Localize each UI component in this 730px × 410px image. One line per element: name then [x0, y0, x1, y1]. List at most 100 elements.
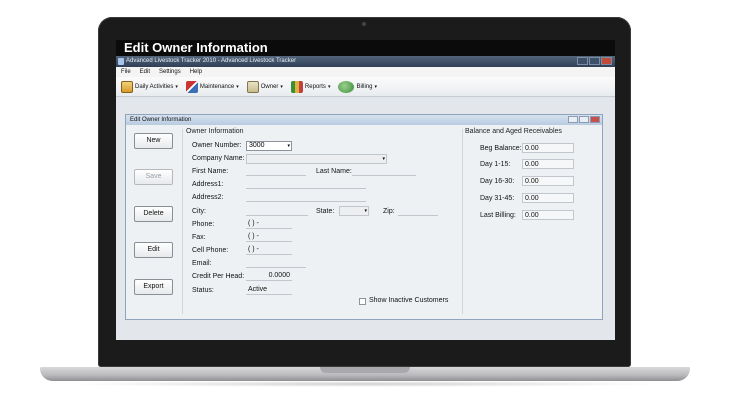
close-icon[interactable] [590, 116, 600, 123]
owner-number-label: Owner Number: [192, 142, 242, 149]
laptop-shadow [60, 381, 670, 387]
city-label: City: [192, 208, 206, 215]
beg-balance-value: 0.00 [522, 143, 574, 153]
status-field[interactable]: Active [246, 285, 292, 295]
beg-balance-label: Beg Balance: [480, 145, 522, 152]
day-31-45-label: Day 31-45: [480, 195, 515, 202]
toolbar-billing[interactable]: Billing ▾ [338, 80, 377, 93]
toolbar-owner-label: Owner [260, 83, 279, 90]
status-label: Status: [192, 287, 214, 294]
maximize-icon[interactable] [579, 116, 589, 123]
toolbar-reports-label: Reports [304, 83, 326, 90]
owner-number-value: 3000 [249, 142, 265, 149]
toolbar: Daily Activities ▾ Maintenance ▾ Owner ▾… [116, 77, 615, 97]
camera-icon [362, 22, 366, 26]
owner-number-select[interactable]: 3000 ▾ [246, 141, 292, 151]
save-button[interactable]: Save [134, 169, 173, 185]
address1-label: Address1: [192, 181, 224, 188]
balance-heading: Balance and Aged Receivables [465, 128, 562, 135]
state-select[interactable]: ▾ [339, 206, 369, 216]
minimize-icon[interactable] [568, 116, 578, 123]
edit-owner-window: Edit Owner Information New Save Delete E… [125, 114, 603, 320]
app-title: Advanced Livestock Tracker 2010 - Advanc… [126, 58, 297, 64]
chevron-down-icon: ▾ [236, 83, 239, 90]
menu-settings[interactable]: Settings [159, 67, 181, 77]
fax-field[interactable]: ( ) - [246, 232, 292, 242]
show-inactive-label: Show Inactive Customers [369, 297, 449, 304]
day-1-15-label: Day 1-15: [480, 161, 511, 168]
company-name-select[interactable]: ▾ [246, 154, 387, 164]
mdi-workspace: Edit Owner Information New Save Delete E… [116, 98, 615, 340]
day-16-30-label: Day 16-30: [480, 178, 515, 185]
toolbar-owner[interactable]: Owner ▾ [246, 80, 283, 93]
app-logo-icon [118, 58, 124, 65]
menu-bar: File Edit Settings Help [116, 67, 615, 77]
window-controls [577, 57, 612, 65]
billing-icon [338, 80, 355, 93]
owner-information-heading: Owner Information [186, 128, 244, 135]
chevron-down-icon: ▾ [280, 83, 283, 90]
day-31-45-value: 0.00 [522, 193, 574, 203]
toolbar-billing-label: Billing [356, 83, 373, 90]
credit-per-head-field[interactable]: 0.0000 [246, 271, 292, 281]
chevron-down-icon: ▾ [175, 83, 178, 90]
chevron-down-icon: ▾ [287, 143, 290, 149]
chevron-down-icon: ▾ [382, 156, 385, 162]
menu-help[interactable]: Help [190, 67, 202, 77]
city-field[interactable] [246, 206, 308, 216]
minimize-icon[interactable] [577, 57, 588, 65]
credit-per-head-label: Credit Per Head: [192, 273, 245, 280]
chevron-down-icon: ▾ [327, 83, 331, 90]
toolbar-daily-activities[interactable]: Daily Activities ▾ [121, 80, 178, 93]
export-button[interactable]: Export [134, 279, 173, 295]
state-label: State: [316, 208, 335, 215]
cell-phone-label: Cell Phone: [192, 247, 229, 254]
email-field[interactable] [246, 258, 306, 268]
toolbar-reports[interactable]: Reports ▾ [290, 80, 331, 93]
email-label: Email: [192, 260, 212, 267]
new-button[interactable]: New [134, 133, 173, 149]
show-inactive-checkbox[interactable] [359, 298, 366, 305]
zip-field[interactable] [398, 206, 438, 216]
child-window-controls [568, 116, 600, 123]
reports-icon [290, 80, 303, 93]
fax-label: Fax: [192, 234, 206, 241]
chevron-down-icon: ▾ [374, 83, 377, 90]
address2-label: Address2: [192, 194, 224, 201]
company-name-label: Company Name: [192, 155, 245, 162]
app-title-bar: Advanced Livestock Tracker 2010 - Advanc… [116, 56, 615, 67]
last-billing-value: 0.00 [522, 210, 574, 220]
phone-label: Phone: [192, 221, 215, 228]
phone-field[interactable]: ( ) - [246, 219, 292, 229]
address1-field[interactable] [246, 179, 366, 189]
menu-edit[interactable]: Edit [140, 67, 150, 77]
first-name-label: First Name: [192, 168, 229, 175]
calendar-icon [121, 80, 133, 93]
tools-icon [185, 80, 198, 93]
day-16-30-value: 0.00 [522, 176, 574, 186]
cell-phone-field[interactable]: ( ) - [246, 245, 292, 255]
laptop-scene: Edit Owner Information Advanced Livestoc… [0, 0, 730, 410]
last-name-label: Last Name: [316, 168, 352, 175]
last-name-field[interactable] [352, 166, 416, 176]
address2-field[interactable] [246, 192, 366, 202]
close-icon[interactable] [601, 57, 612, 65]
owner-icon [246, 80, 259, 93]
zip-label: Zip: [383, 208, 395, 215]
edit-owner-title: Edit Owner Information [130, 117, 192, 123]
banner-title: Edit Owner Information [116, 40, 615, 56]
first-name-field[interactable] [246, 166, 306, 176]
divider [182, 129, 183, 314]
delete-button[interactable]: Delete [134, 206, 173, 222]
day-1-15-value: 0.00 [522, 159, 574, 169]
chevron-down-icon: ▾ [364, 208, 367, 214]
edit-button[interactable]: Edit [134, 242, 173, 258]
toolbar-maintenance[interactable]: Maintenance ▾ [185, 80, 239, 93]
edit-owner-title-bar: Edit Owner Information [126, 115, 602, 125]
maximize-icon[interactable] [589, 57, 600, 65]
last-billing-label: Last Billing: [480, 212, 516, 219]
toolbar-maintenance-label: Maintenance [199, 83, 235, 90]
laptop-notch [320, 367, 410, 373]
menu-file[interactable]: File [121, 67, 131, 77]
divider [462, 129, 463, 314]
